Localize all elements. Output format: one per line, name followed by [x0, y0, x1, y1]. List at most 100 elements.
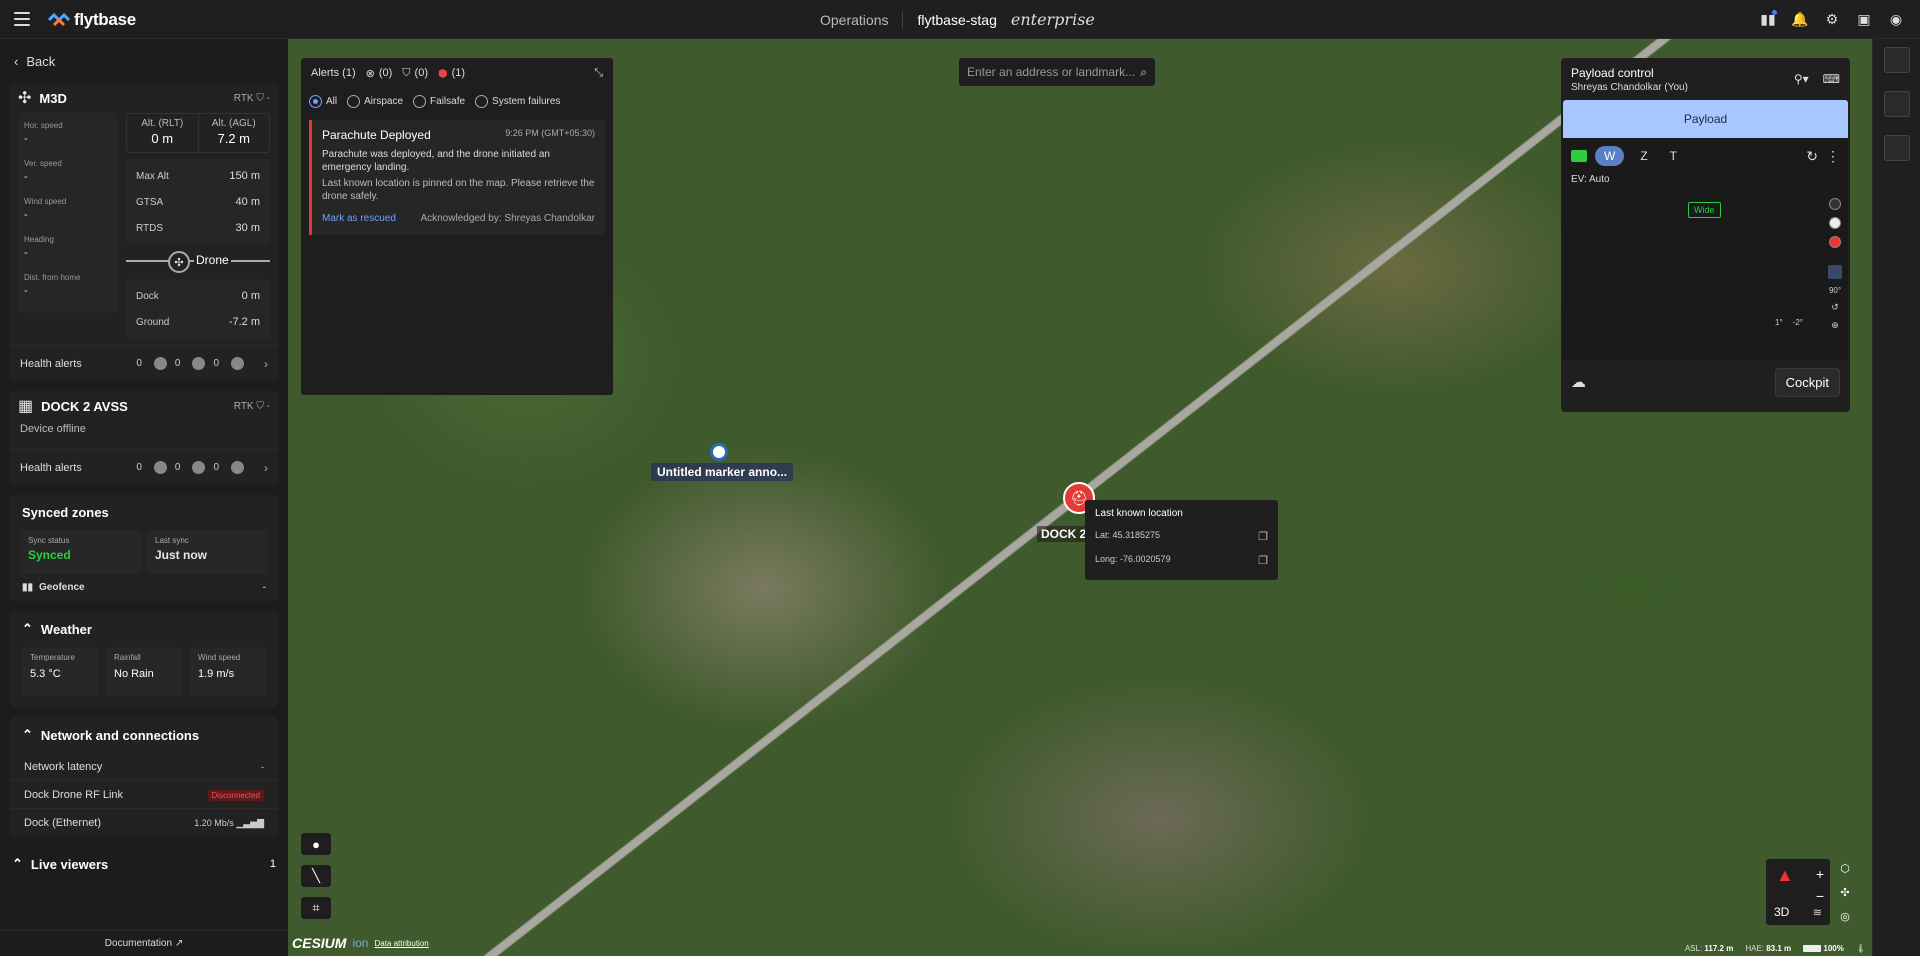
search-input[interactable] [967, 65, 1141, 79]
view-mode-toggle[interactable]: 3D [1774, 905, 1789, 919]
wind-speed-value: - [24, 209, 28, 221]
weather-header[interactable]: ⌃ Weather [10, 611, 278, 647]
map-marker-pin[interactable] [710, 443, 728, 461]
bell-icon[interactable]: 🔔 [1790, 9, 1810, 29]
data-attribution-link[interactable]: Data attribution [374, 939, 428, 948]
health-count: 0 [136, 462, 142, 473]
filter-system-failures[interactable]: System failures [475, 94, 560, 108]
warning-icon [153, 357, 167, 370]
geofence-row[interactable]: ▮▮ Geofence - [10, 574, 278, 601]
brand-logo[interactable]: flytbase [48, 9, 136, 31]
wind-speed-label: Wind speed [24, 197, 67, 206]
alt-agl-label: Alt. (AGL) [211, 118, 256, 129]
zoom-in-icon[interactable]: + [1816, 866, 1824, 882]
joystick-icon[interactable]: ⚲▾ [1794, 72, 1809, 86]
user-icon[interactable]: ◉ [1886, 9, 1906, 29]
zoom-wide-button[interactable]: W [1595, 146, 1625, 166]
temperature-box: Temperature 5.3 °C [22, 647, 98, 695]
live-viewers-count: 1 [269, 858, 276, 870]
minimize-icon[interactable]: ⤡ [594, 67, 603, 80]
zoom-thermal-button[interactable]: T [1664, 146, 1683, 166]
rtds-value: 30 m [235, 222, 260, 234]
ver-speed-label: Ver. speed [24, 159, 62, 168]
cockpit-button[interactable]: Cockpit [1774, 367, 1840, 397]
payload-tab[interactable]: Payload [1563, 100, 1848, 138]
alert-filter-c[interactable]: ⬢ (1) [438, 67, 465, 80]
area-tool-icon[interactable]: ⌗ [301, 897, 331, 919]
search-icon[interactable]: ⌕ [1140, 65, 1147, 80]
zoom-zoom-button[interactable]: Z [1634, 146, 1653, 166]
operations-link[interactable]: Operations [820, 12, 888, 28]
signal-icon: ▁▃▅▇ [236, 817, 264, 828]
geofence-label: Geofence [39, 582, 85, 593]
dashboard-icon[interactable]: ▮▮ [1758, 9, 1778, 29]
network-card: ⌃ Network and connections Network latenc… [10, 717, 278, 837]
zoom-out-icon[interactable]: − [1816, 888, 1824, 904]
payload-user: Shreyas Chandolkar (You) [1571, 82, 1688, 93]
drone-health-alerts[interactable]: Health alerts 0 0 0 › [10, 345, 278, 381]
keyboard-icon[interactable]: ⌨ [1823, 72, 1840, 86]
cesium-logo: CESIUM [292, 935, 347, 951]
compass-icon[interactable]: ▲ [1776, 865, 1794, 891]
gift-icon[interactable]: ▣ [1854, 9, 1874, 29]
copy-icon[interactable]: ❐ [1258, 554, 1268, 567]
settings-icon[interactable]: ⚙ [1822, 9, 1842, 29]
dock-ref-label: Dock [136, 290, 159, 302]
cloud-icon[interactable]: ☁ [1571, 373, 1586, 391]
marker-tool-icon[interactable]: ● [301, 833, 331, 855]
documentation-link[interactable]: Documentation ↗ [0, 930, 288, 956]
wind-value: 1.9 m/s [198, 668, 235, 680]
filter-failsafe[interactable]: Failsafe [413, 94, 465, 108]
refresh-icon[interactable]: ↻ [1806, 148, 1818, 165]
record-icon[interactable] [1829, 236, 1841, 248]
center-icon[interactable]: ⊕ [1831, 320, 1839, 331]
mode-icon[interactable] [1829, 198, 1841, 210]
logo-icon [48, 13, 70, 27]
live-viewers-row[interactable]: ⌃ Live viewers 1 [0, 847, 288, 881]
layout-icon[interactable] [1883, 47, 1910, 73]
gimbal-90-icon[interactable]: 90° [1829, 286, 1841, 295]
alert-item[interactable]: Parachute Deployed 9:26 PM (GMT+05:30) P… [309, 120, 605, 235]
org-name[interactable]: flytbase-stag [917, 12, 996, 28]
payload-view[interactable]: W Z T ↻ ⋮ EV: Auto Wide 90° ↺ ⊕ 1° -2° [1563, 138, 1848, 360]
mark-rescued-link[interactable]: Mark as rescued [322, 213, 396, 224]
gimbal-reset-icon[interactable]: ↺ [1831, 302, 1839, 313]
altitude-slider[interactable]: ✣ Drone [126, 249, 270, 273]
line-tool-icon[interactable]: ╲ [301, 865, 331, 887]
layers-icon[interactable]: ≋ [1813, 906, 1822, 919]
alert-description: Parachute was deployed, and the drone in… [322, 149, 550, 173]
latency-row: Network latency - [10, 753, 278, 781]
alert-time: 9:26 PM (GMT+05:30) [505, 128, 595, 138]
alert-filter-b[interactable]: ⛉ (0) [402, 67, 428, 80]
health-count: 0 [213, 462, 219, 473]
chevron-up-icon: ⌃ [22, 621, 33, 636]
map-side-tools: ⬡ ✣ ◎ [1834, 859, 1858, 925]
cube-icon[interactable]: ⬡ [1834, 859, 1856, 877]
dock-health-alerts[interactable]: Health alerts 0 0 0 › [10, 449, 278, 485]
dock-map-label[interactable]: DOCK 2 [1037, 526, 1091, 542]
camera-icon[interactable] [1571, 150, 1587, 162]
more-icon[interactable]: ⋮ [1826, 148, 1840, 165]
rtk-badge: RTK ⛉ - [233, 92, 270, 104]
layout-icon[interactable] [1883, 135, 1910, 161]
photo-capture-icon[interactable] [1829, 217, 1841, 229]
filter-all[interactable]: All [309, 94, 337, 108]
map-marker-label[interactable]: Untitled marker anno... [651, 463, 794, 481]
asl-value: 117.2 m [1704, 943, 1734, 953]
locate-icon[interactable]: ◎ [1834, 907, 1856, 925]
hor-speed-label: Hor. speed [24, 121, 63, 130]
alert-filter-a[interactable]: ⊗ (0) [366, 67, 393, 80]
menu-icon[interactable] [14, 12, 30, 26]
payload-side-controls: 90° ↺ ⊕ [1828, 198, 1842, 331]
copy-icon[interactable]: ❐ [1258, 530, 1268, 543]
gimbal-icon[interactable] [1828, 265, 1842, 279]
filter-airspace[interactable]: Airspace [347, 94, 403, 108]
layout-icon[interactable] [1883, 91, 1910, 117]
latitude-value: Lat: 45.3185275 [1095, 530, 1161, 540]
drone-icon: ✣ [18, 90, 32, 107]
drone-knob-icon[interactable]: ✣ [168, 251, 190, 273]
network-header[interactable]: ⌃ Network and connections [10, 717, 278, 753]
drone-focus-icon[interactable]: ✣ [1834, 883, 1856, 901]
back-button[interactable]: ‹ Back [0, 39, 288, 83]
chevron-right-icon: › [264, 460, 268, 475]
